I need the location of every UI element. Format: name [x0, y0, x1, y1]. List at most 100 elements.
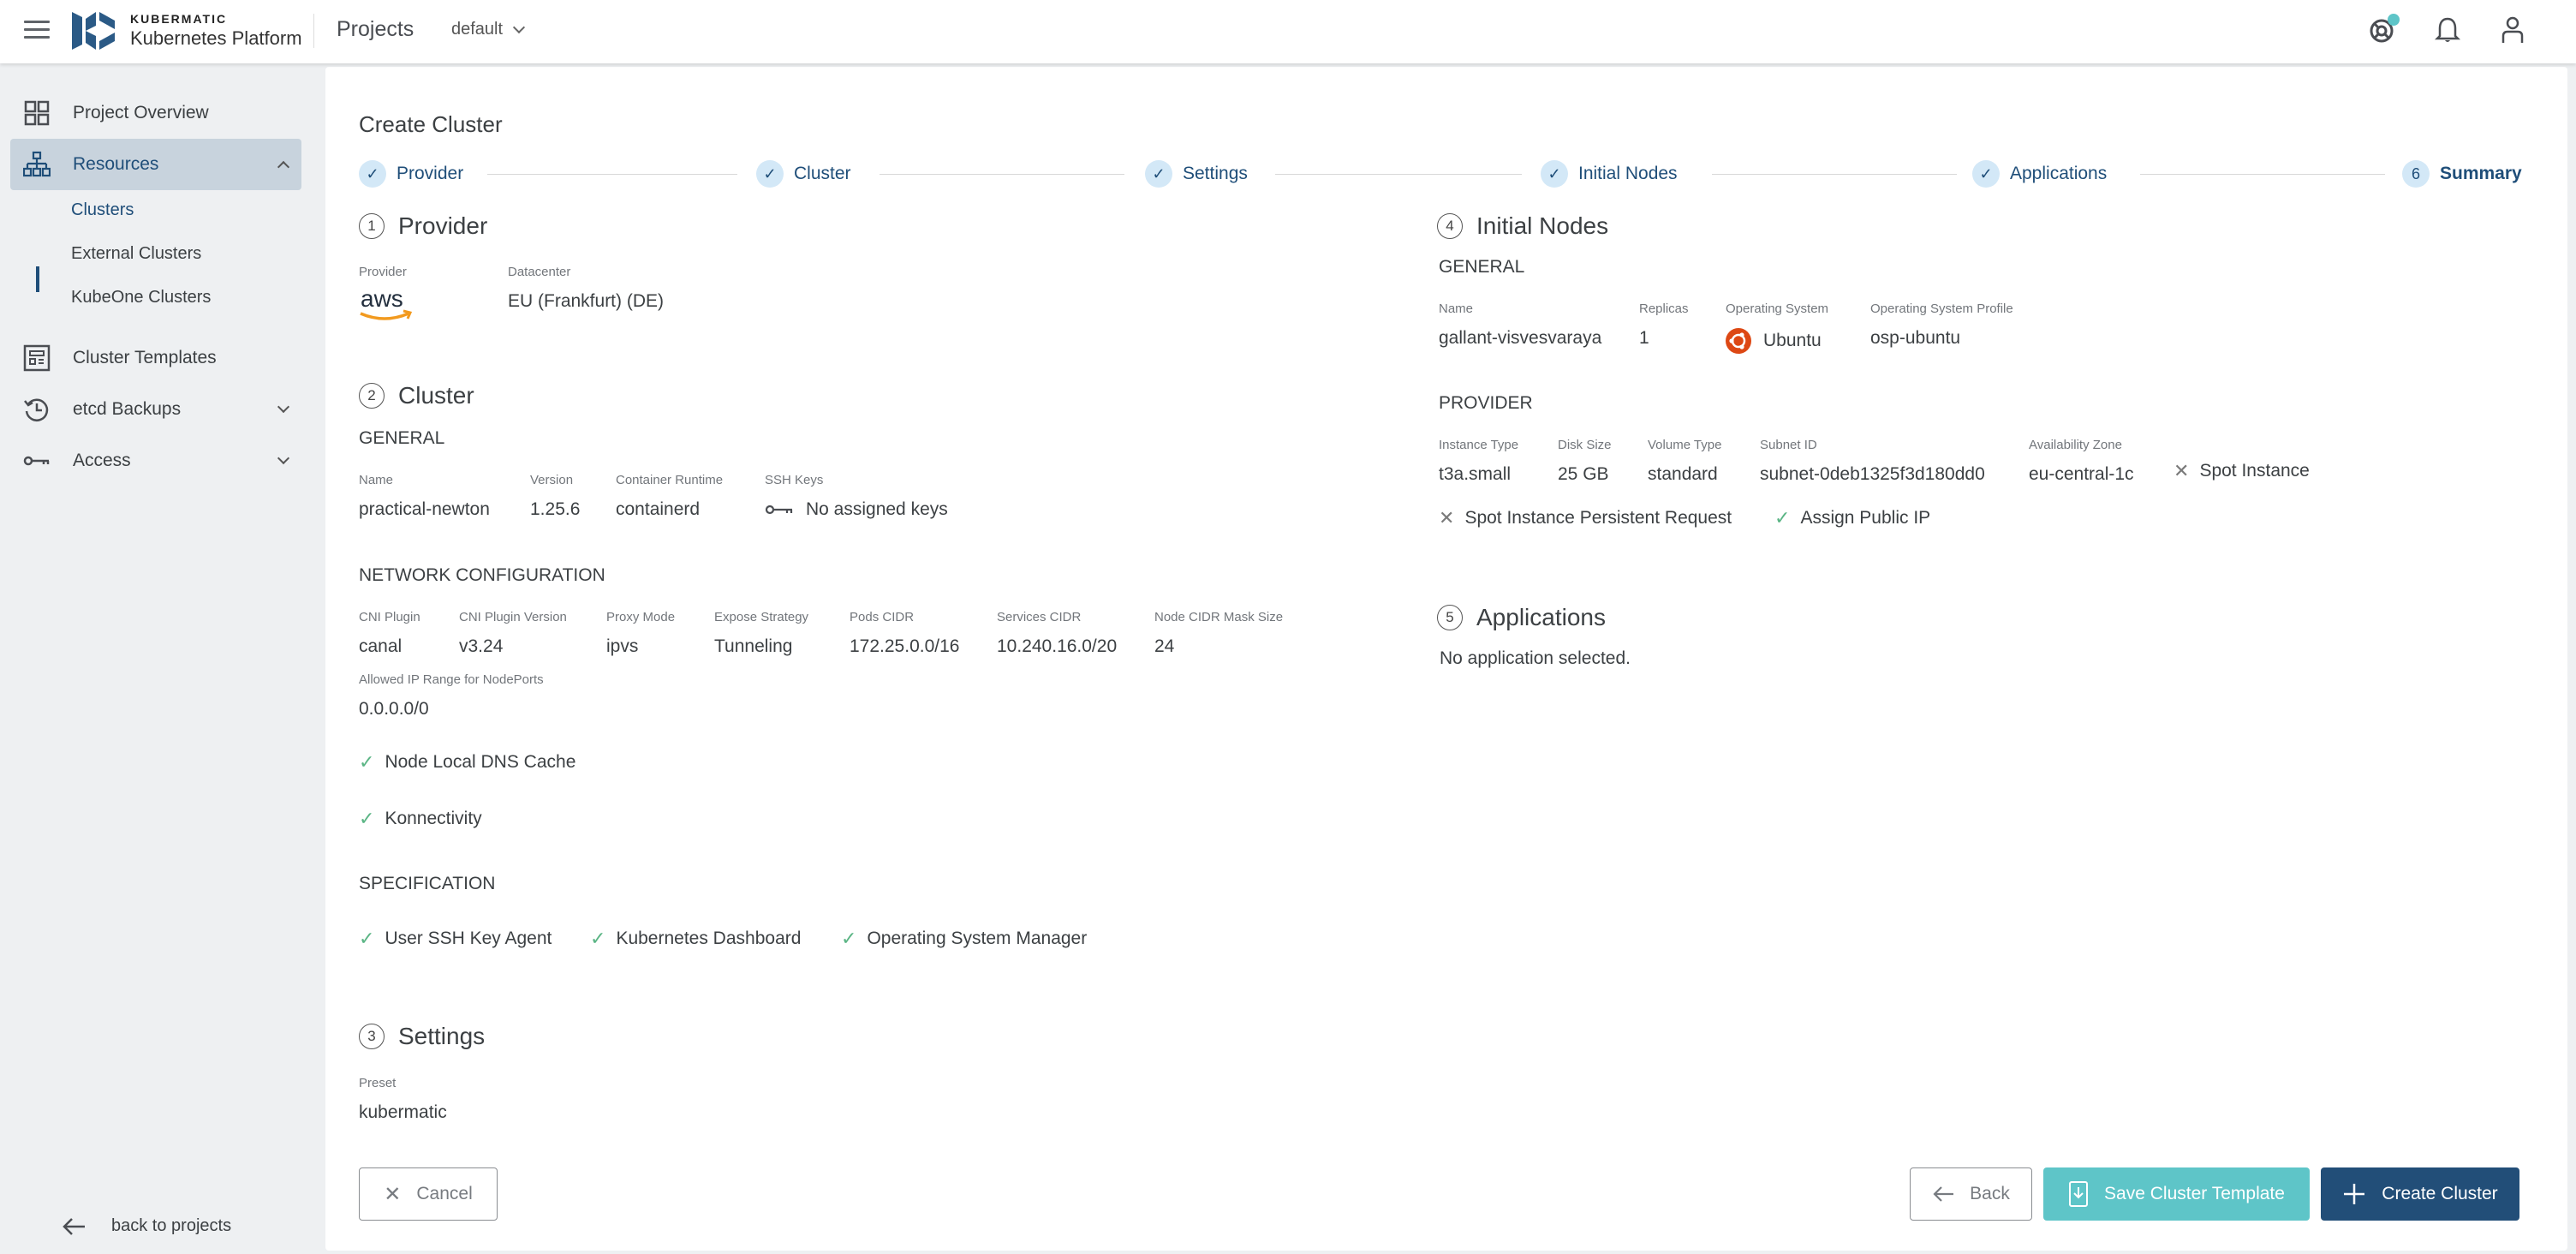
chevron-up-icon — [277, 160, 290, 174]
field-label: Operating System Profile — [1870, 302, 2013, 316]
field-label: Node CIDR Mask Size — [1154, 610, 1284, 624]
step-initial-nodes[interactable]: ✓ Initial Nodes — [1541, 160, 1678, 188]
sidebar-item-label: Project Overview — [73, 103, 209, 122]
check-icon: ✓ — [359, 751, 375, 773]
brand-name: Kubernetes Platform — [130, 27, 302, 49]
field-os-profile: Operating System Profile osp-ubuntu — [1870, 302, 2013, 349]
field-cni-plugin-version: CNI Plugin Version v3.24 — [459, 610, 567, 657]
field-value: 25 GB — [1558, 464, 1609, 484]
step-label: Applications — [2010, 164, 2108, 183]
section-title: Cluster — [398, 382, 474, 409]
field-instance-type: Instance Type t3a.small — [1439, 438, 1518, 485]
back-button[interactable]: Back — [1910, 1167, 2032, 1221]
close-x-icon: ✕ — [2174, 460, 2190, 481]
create-cluster-button[interactable]: Create Cluster — [2321, 1167, 2519, 1221]
step-label: Initial Nodes — [1578, 164, 1678, 183]
help-lifebuoy-icon[interactable] — [2369, 14, 2400, 46]
field-value: 24 — [1154, 636, 1175, 656]
flag-kubernetes-dashboard: ✓ Kubernetes Dashboard — [590, 928, 801, 950]
step-summary[interactable]: 6 Summary — [2402, 160, 2522, 188]
step-settings[interactable]: ✓ Settings — [1145, 160, 1248, 188]
field-value: eu-central-1c — [2029, 464, 2134, 484]
grid-icon — [24, 100, 50, 126]
projects-title[interactable]: Projects — [337, 17, 414, 42]
flag-node-local-dns-cache: ✓ Node Local DNS Cache — [359, 751, 575, 773]
sidebar-item-etcd-backups[interactable]: etcd Backups — [10, 384, 301, 435]
notification-dot — [2388, 14, 2400, 26]
back-to-projects-link[interactable]: back to projects — [62, 1216, 231, 1236]
field-label: CNI Plugin Version — [459, 610, 567, 624]
field-value: 10.240.16.0/20 — [997, 636, 1118, 656]
field-label: Version — [530, 473, 574, 487]
flag-spot-instance: ✕ Spot Instance — [2174, 460, 2310, 482]
menu-icon[interactable] — [24, 21, 50, 41]
top-bar: KUBERMATIC Kubernetes Platform Projects … — [0, 0, 2576, 63]
field-pods-cidr: Pods CIDR 172.25.0.0/16 — [850, 610, 959, 657]
back-label: Back — [1970, 1184, 2010, 1203]
save-cluster-template-button[interactable]: Save Cluster Template — [2043, 1167, 2310, 1221]
sidebar-subitem-kubeone-clusters[interactable]: KubeOne Clusters — [71, 288, 211, 308]
kubermatic-logo[interactable] — [72, 10, 116, 51]
section-cluster-header: 2 Cluster — [359, 382, 474, 409]
flag-label: Operating System Manager — [867, 929, 1088, 948]
field-subnet-id: Subnet ID subnet-0deb1325f3d180dd0 — [1760, 438, 1985, 485]
step-label: Cluster — [794, 164, 851, 183]
field-label: Availability Zone — [2029, 438, 2122, 452]
sidebar-subitem-clusters[interactable]: Clusters — [71, 200, 134, 220]
sitemap-icon — [23, 151, 51, 177]
nodes-provider-heading: PROVIDER — [1439, 393, 1533, 413]
check-icon: ✓ — [359, 808, 375, 829]
brand-small: KUBERMATIC — [130, 12, 228, 26]
project-selector[interactable]: default — [451, 20, 526, 39]
sidebar-item-resources[interactable]: Resources — [10, 139, 301, 190]
project-selected: default — [451, 20, 504, 39]
field-value: standard — [1648, 464, 1718, 484]
section-settings-header: 3 Settings — [359, 1023, 485, 1050]
save-template-icon — [2069, 1181, 2089, 1207]
check-icon: ✓ — [756, 160, 784, 188]
no-applications-text: No application selected. — [1440, 648, 1631, 668]
step-provider[interactable]: ✓ Provider — [359, 160, 463, 188]
field-value: EU (Frankfurt) (DE) — [508, 291, 665, 311]
step-label: Settings — [1183, 164, 1248, 183]
section-provider-header: 1 Provider — [359, 212, 487, 240]
flag-label: Spot Instance Persistent Request — [1464, 508, 1732, 528]
flag-assign-public-ip: ✓ Assign Public IP — [1774, 507, 1930, 529]
field-operating-system: Operating System Ubuntu — [1726, 302, 1828, 354]
sidebar-item-label: Resources — [73, 154, 159, 174]
field-cluster-name: Name practical-newton — [359, 473, 490, 520]
create-cluster-card: Create Cluster ✓ Provider ✓ Cluster ✓ Se… — [325, 67, 2567, 1251]
account-person-icon[interactable] — [2499, 15, 2526, 46]
key-icon — [765, 505, 793, 515]
field-availability-zone: Availability Zone eu-central-1c — [2029, 438, 2134, 485]
field-value: 1 — [1639, 328, 1649, 348]
step-applications[interactable]: ✓ Applications — [1972, 160, 2107, 188]
ssh-keys-value: No assigned keys — [806, 499, 948, 519]
sidebar-item-label: Access — [73, 451, 131, 470]
sidebar-subitem-external-clusters[interactable]: External Clusters — [71, 244, 201, 264]
field-container-runtime: Container Runtime containerd — [616, 473, 723, 520]
field-value: canal — [359, 636, 402, 656]
step-number: 6 — [2402, 160, 2430, 188]
field-label: Provider — [359, 265, 407, 279]
field-label: Container Runtime — [616, 473, 724, 487]
step-cluster[interactable]: ✓ Cluster — [756, 160, 851, 188]
cancel-label: Cancel — [416, 1184, 473, 1203]
step-connector — [487, 174, 737, 175]
field-cni-plugin: CNI Plugin canal — [359, 610, 420, 657]
step-label: Provider — [397, 164, 464, 183]
section-title: Settings — [398, 1023, 486, 1049]
sidebar-item-project-overview[interactable]: Project Overview — [10, 87, 301, 139]
chevron-down-icon — [277, 451, 290, 465]
chevron-down-icon — [512, 21, 526, 33]
cancel-button[interactable]: ✕ Cancel — [359, 1167, 498, 1221]
section-number: 5 — [1437, 605, 1463, 630]
brand: KUBERMATIC Kubernetes Platform — [130, 12, 302, 50]
step-connector — [880, 174, 1124, 175]
sidebar-item-cluster-templates[interactable]: Cluster Templates — [10, 332, 301, 384]
field-value: Tunneling — [714, 636, 793, 656]
flag-label: Spot Instance — [2199, 461, 2310, 481]
field-label: Volume Type — [1648, 438, 1722, 452]
notifications-bell-icon[interactable] — [2434, 15, 2461, 46]
sidebar-item-access[interactable]: Access — [10, 435, 301, 487]
